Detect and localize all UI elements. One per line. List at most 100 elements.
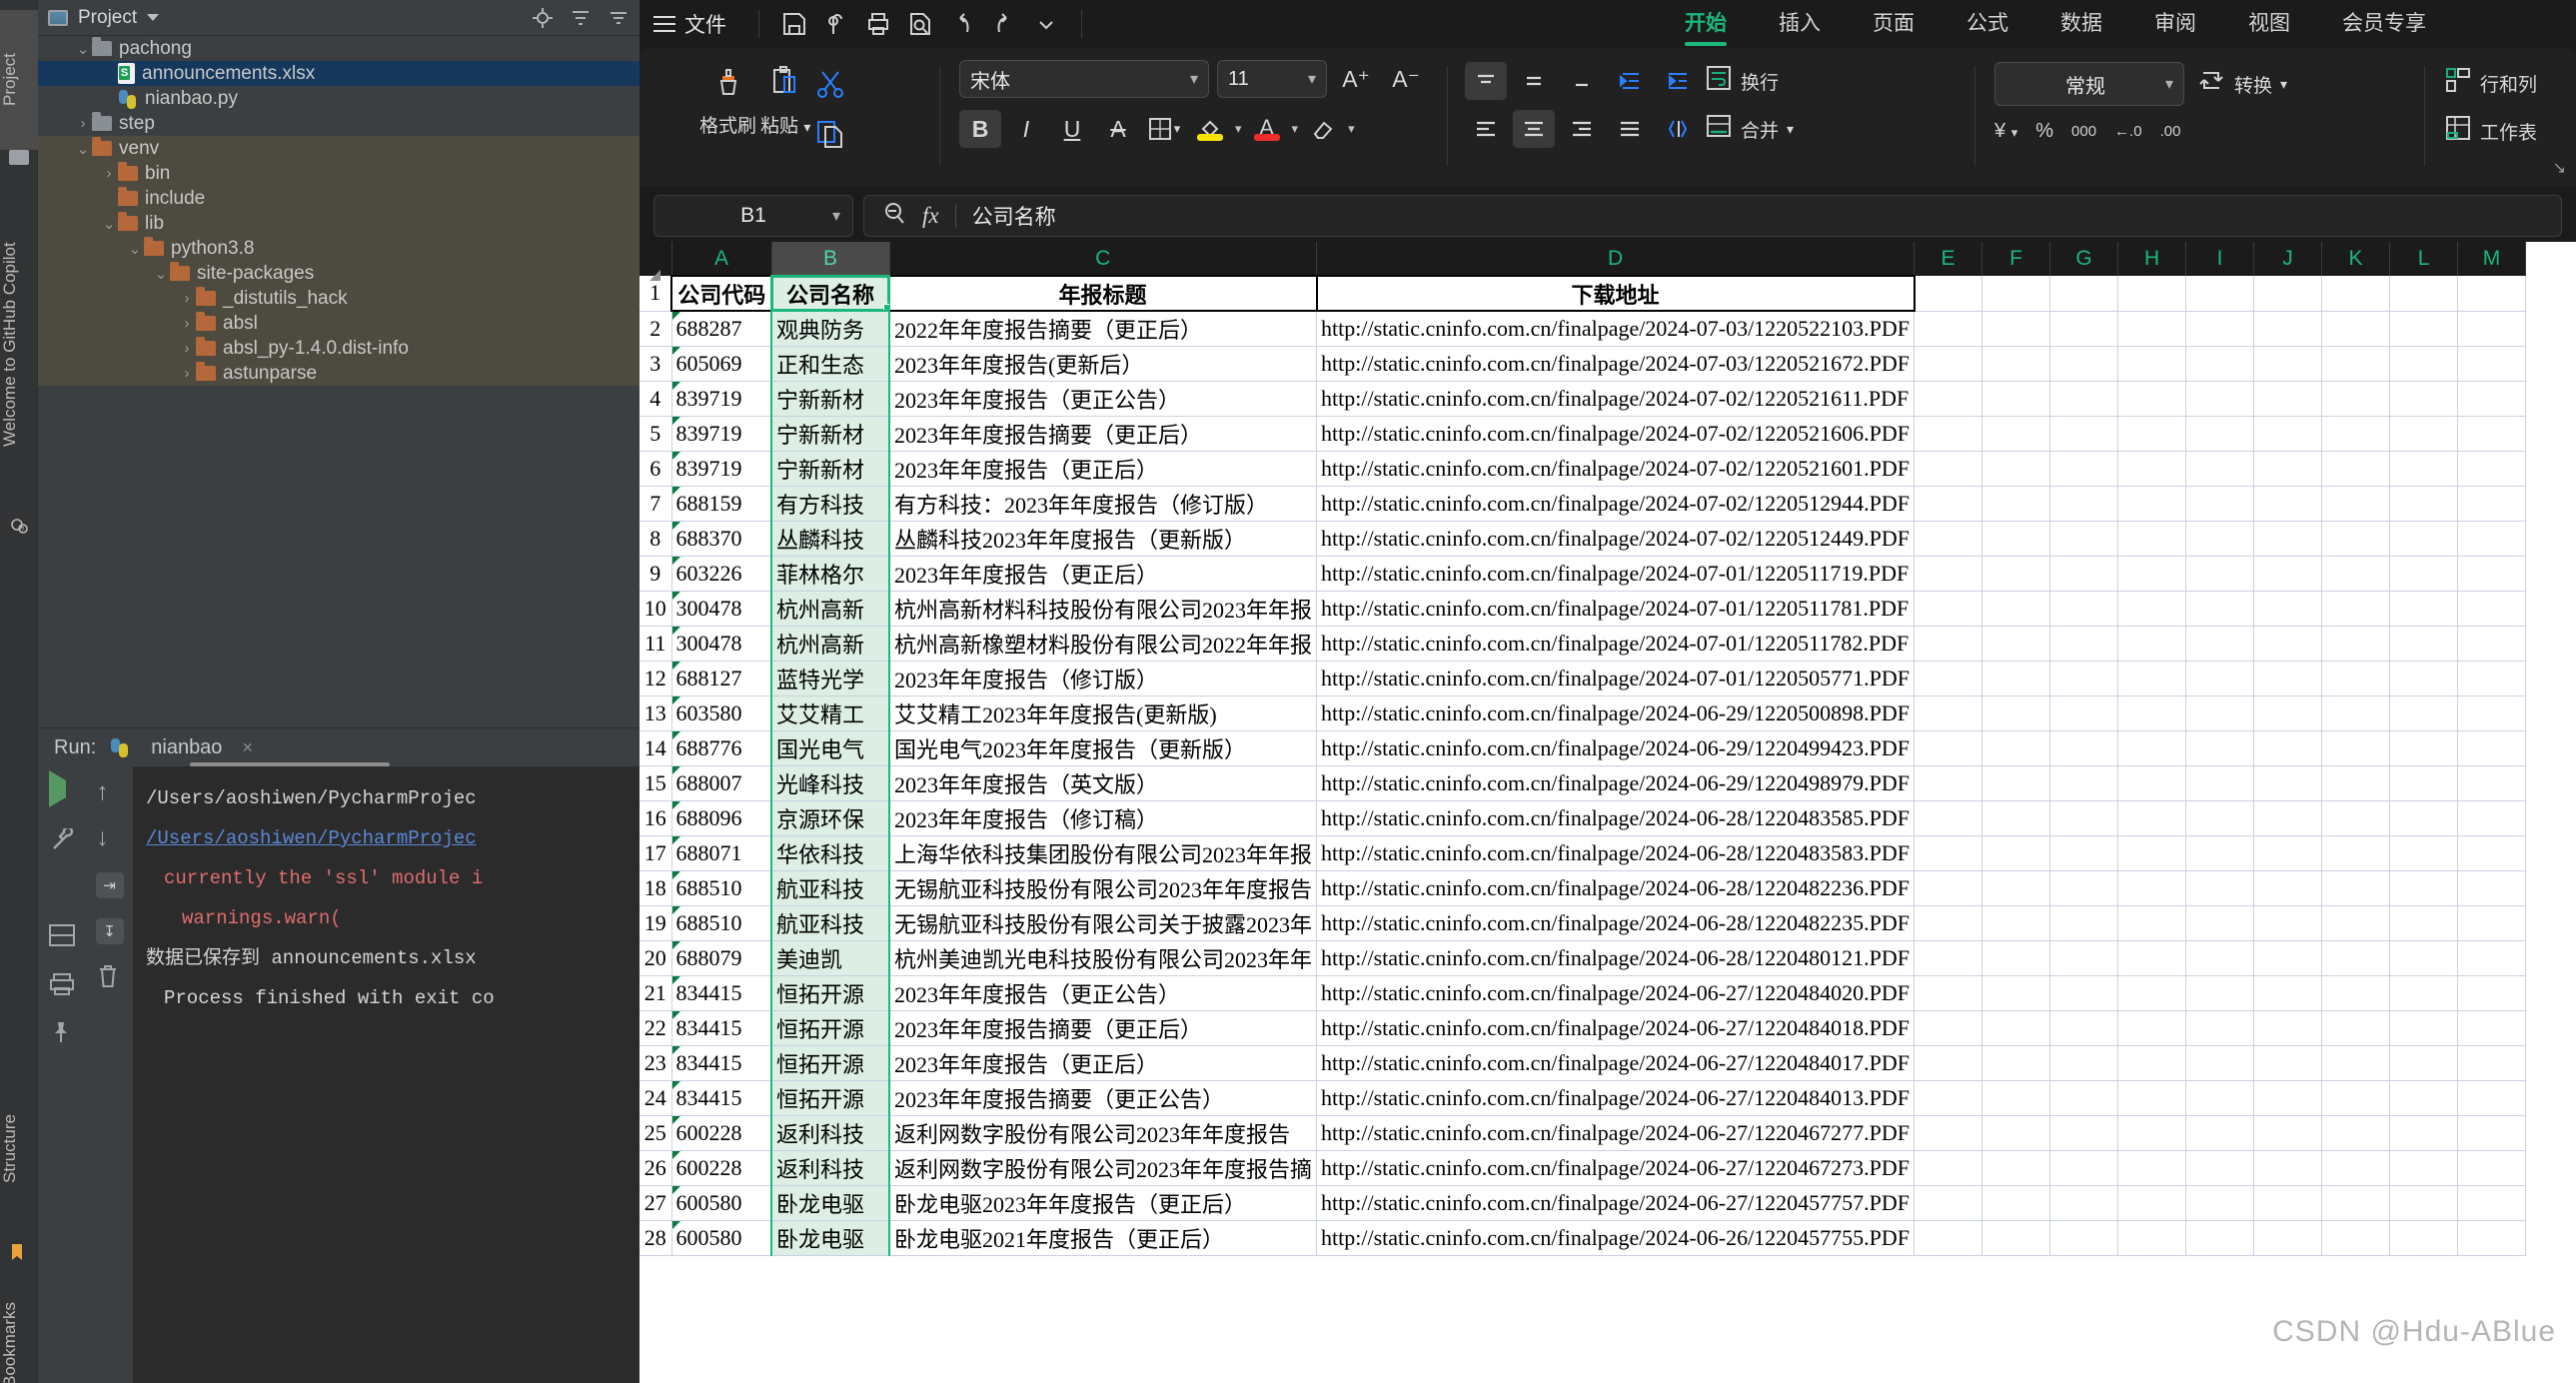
cell-d16[interactable]: http://static.cninfo.com.cn/finalpage/20… — [1317, 800, 1915, 835]
locate-icon[interactable] — [532, 7, 554, 29]
cell-g5[interactable] — [2050, 416, 2118, 451]
cell-d8[interactable]: http://static.cninfo.com.cn/finalpage/20… — [1317, 521, 1915, 556]
cell-m14[interactable] — [2458, 730, 2526, 765]
cell-j15[interactable] — [2254, 765, 2322, 800]
cell-a22[interactable]: 834415 — [671, 1010, 771, 1045]
cell-h28[interactable] — [2118, 1220, 2186, 1255]
chevron-down-icon[interactable] — [147, 14, 159, 21]
table-row[interactable]: 26600228返利科技返利网数字股份有限公司2023年年度报告摘http://… — [640, 1150, 2526, 1185]
cell-k2[interactable] — [2322, 311, 2390, 346]
column-header-j[interactable]: J — [2254, 242, 2322, 276]
cell-h24[interactable] — [2118, 1080, 2186, 1115]
table-row[interactable]: 1公司代码公司名称年报标题下载地址 — [640, 276, 2526, 311]
cell-j1[interactable] — [2254, 276, 2322, 311]
cell-k20[interactable] — [2322, 940, 2390, 975]
cell-k8[interactable] — [2322, 521, 2390, 556]
cell-f28[interactable] — [1982, 1220, 2050, 1255]
cell-b27[interactable]: 卧龙电驱 — [771, 1185, 889, 1220]
cell-g14[interactable] — [2050, 730, 2118, 765]
settings-icon[interactable] — [608, 7, 630, 29]
cell-h6[interactable] — [2118, 451, 2186, 486]
cell-f27[interactable] — [1982, 1185, 2050, 1220]
cell-e17[interactable] — [1915, 835, 1982, 870]
cell-h16[interactable] — [2118, 800, 2186, 835]
row-header[interactable]: 13 — [640, 695, 671, 730]
tree-node[interactable]: ›absl — [38, 311, 640, 336]
cell-i9[interactable] — [2186, 556, 2254, 591]
cell-g17[interactable] — [2050, 835, 2118, 870]
cell-a17[interactable]: 688071 — [671, 835, 771, 870]
cell-i10[interactable] — [2186, 591, 2254, 626]
run-config-name[interactable]: nianbao — [151, 736, 222, 759]
cell-j19[interactable] — [2254, 905, 2322, 940]
cell-i16[interactable] — [2186, 800, 2254, 835]
cell-m20[interactable] — [2458, 940, 2526, 975]
font-size-select[interactable]: 11▾ — [1217, 60, 1327, 98]
comma-style-button[interactable]: 000 — [2071, 123, 2096, 140]
cell-l4[interactable] — [2390, 381, 2458, 416]
row-header[interactable]: 8 — [640, 521, 671, 556]
cell-i26[interactable] — [2186, 1150, 2254, 1185]
row-header[interactable]: 22 — [640, 1010, 671, 1045]
cell-e11[interactable] — [1915, 626, 1982, 661]
tree-node[interactable]: include — [38, 186, 640, 211]
cell-f4[interactable] — [1982, 381, 2050, 416]
chevron-right-icon[interactable]: › — [178, 315, 196, 332]
cell-f15[interactable] — [1982, 765, 2050, 800]
cell-e20[interactable] — [1915, 940, 1982, 975]
cell-d21[interactable]: http://static.cninfo.com.cn/finalpage/20… — [1317, 975, 1915, 1010]
cell-b28[interactable]: 卧龙电驱 — [771, 1220, 889, 1255]
cell-a20[interactable]: 688079 — [671, 940, 771, 975]
cell-b4[interactable]: 宁新新材 — [771, 381, 889, 416]
cell-l16[interactable] — [2390, 800, 2458, 835]
cell-d9[interactable]: http://static.cninfo.com.cn/finalpage/20… — [1317, 556, 1915, 591]
cell-e19[interactable] — [1915, 905, 1982, 940]
cell-a27[interactable]: 600580 — [671, 1185, 771, 1220]
cell-e7[interactable] — [1915, 486, 1982, 521]
cell-j11[interactable] — [2254, 626, 2322, 661]
cell-e21[interactable] — [1915, 975, 1982, 1010]
cell-d1[interactable]: 下载地址 — [1317, 276, 1915, 311]
chevron-down-icon[interactable]: ⌄ — [152, 265, 170, 283]
cell-j7[interactable] — [2254, 486, 2322, 521]
table-row[interactable]: 24834415恒拓开源2023年年度报告摘要（更正公告）http://stat… — [640, 1080, 2526, 1115]
cell-d10[interactable]: http://static.cninfo.com.cn/finalpage/20… — [1317, 591, 1915, 626]
cell-k14[interactable] — [2322, 730, 2390, 765]
cell-k23[interactable] — [2322, 1045, 2390, 1080]
number-format-select[interactable]: 常规▾ — [1994, 62, 2184, 106]
cell-d18[interactable]: http://static.cninfo.com.cn/finalpage/20… — [1317, 870, 1915, 905]
cell-l27[interactable] — [2390, 1185, 2458, 1220]
cell-m18[interactable] — [2458, 870, 2526, 905]
row-header[interactable]: 5 — [640, 416, 671, 451]
table-row[interactable]: 9603226菲林格尔2023年年度报告（更正后）http://static.c… — [640, 556, 2526, 591]
row-header[interactable]: 4 — [640, 381, 671, 416]
cell-b25[interactable]: 返利科技 — [771, 1115, 889, 1150]
cell-l22[interactable] — [2390, 1010, 2458, 1045]
column-header-m[interactable]: M — [2458, 242, 2526, 276]
cell-b5[interactable]: 宁新新材 — [771, 416, 889, 451]
cell-b2[interactable]: 观典防务 — [771, 311, 889, 346]
cell-m25[interactable] — [2458, 1115, 2526, 1150]
font-color-button[interactable]: A — [1246, 110, 1288, 148]
strikethrough-button[interactable]: A — [1097, 110, 1139, 148]
cell-l21[interactable] — [2390, 975, 2458, 1010]
cell-i15[interactable] — [2186, 765, 2254, 800]
cell-c4[interactable]: 2023年年度报告（更正公告） — [889, 381, 1317, 416]
table-row[interactable]: 3605069正和生态2023年年度报告(更新后）http://static.c… — [640, 346, 2526, 381]
cell-k19[interactable] — [2322, 905, 2390, 940]
cell-j16[interactable] — [2254, 800, 2322, 835]
cell-d4[interactable]: http://static.cninfo.com.cn/finalpage/20… — [1317, 381, 1915, 416]
fx-icon[interactable]: fx — [922, 203, 939, 229]
cell-m17[interactable] — [2458, 835, 2526, 870]
cell-c7[interactable]: 有方科技：2023年年度报告（修订版） — [889, 486, 1317, 521]
cell-c22[interactable]: 2023年年度报告摘要（更正后） — [889, 1010, 1317, 1045]
save-icon[interactable] — [773, 7, 815, 41]
tree-node[interactable]: ›absl_py-1.4.0.dist-info — [38, 336, 640, 361]
row-header[interactable]: 26 — [640, 1150, 671, 1185]
cell-d19[interactable]: http://static.cninfo.com.cn/finalpage/20… — [1317, 905, 1915, 940]
cell-g15[interactable] — [2050, 765, 2118, 800]
cell-e5[interactable] — [1915, 416, 1982, 451]
cell-h1[interactable] — [2118, 276, 2186, 311]
row-header[interactable]: 15 — [640, 765, 671, 800]
increase-font-size-button[interactable]: A⁺ — [1335, 60, 1377, 98]
